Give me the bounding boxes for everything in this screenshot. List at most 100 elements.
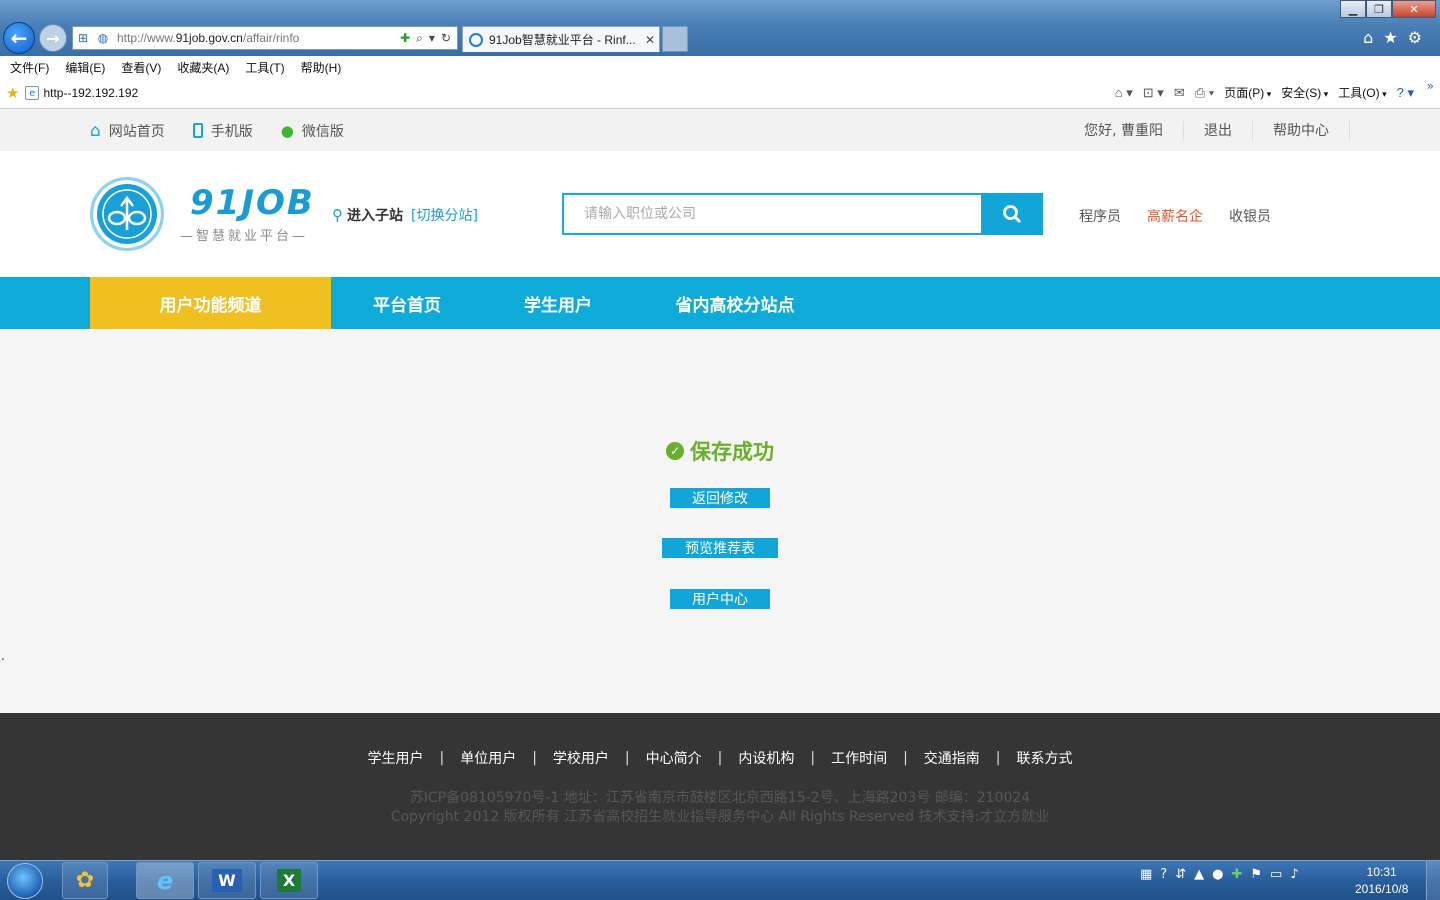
preview-recommendation-button[interactable]: 预览推荐表 [662, 538, 778, 558]
user-center-button[interactable]: 用户中心 [670, 589, 770, 609]
logout-link[interactable]: 退出 [1184, 120, 1253, 141]
clock-date: 2016/10/8 [1355, 882, 1409, 896]
page-menu[interactable]: 页面(P) [1224, 84, 1271, 101]
site-home-link[interactable]: ⌂ 网站首页 [90, 121, 165, 141]
compat-icon[interactable]: ⊞ [73, 31, 93, 45]
logo-text[interactable]: 91JOB [190, 183, 315, 223]
favorites-add-icon[interactable]: ★ [6, 84, 19, 102]
menu-help[interactable]: 帮助(H) [301, 59, 342, 76]
hotword-link[interactable]: 高薪名企 [1147, 206, 1203, 226]
back-button[interactable]: ← [3, 22, 35, 54]
close-tab-icon[interactable]: ✕ [645, 33, 659, 47]
footer-link[interactable]: 学校用户 [553, 748, 609, 768]
location-pin-icon: ⚲ [332, 206, 343, 224]
switch-substation-link[interactable]: [切换分站] [411, 205, 478, 225]
user-greeting[interactable]: 您好, 曹重阳 [1064, 120, 1184, 141]
browser-tab[interactable]: 91Job智慧就业平台 - Rinf... ✕ [462, 26, 660, 52]
taskbar-excel-button[interactable]: X [260, 862, 318, 899]
search-input[interactable] [562, 193, 981, 235]
minimize-button[interactable]: ▁ [1340, 0, 1366, 18]
footer-link[interactable]: 内设机构 [738, 748, 794, 768]
rss-icon[interactable]: ⊡ ▾ [1143, 85, 1164, 101]
dropdown-icon[interactable]: ▾ [429, 31, 435, 46]
help-icon[interactable]: ? ▾ [1397, 85, 1414, 101]
footer-copyright: Copyright 2012 版权所有 江苏省高校招生就业指导服务中心 All … [390, 809, 1050, 825]
taskbar-ie-button[interactable]: e [136, 862, 194, 899]
favorite-link[interactable]: http--192.192.192 [43, 86, 138, 100]
wechat-link[interactable]: ● 微信版 [281, 121, 344, 141]
menu-file[interactable]: 文件(F) [10, 59, 49, 76]
substation-selector: ⚲ 进入子站 [切换分站] [332, 205, 478, 225]
tray-flag-icon[interactable]: ⚑ [1250, 867, 1262, 882]
taskbar-word-button[interactable]: W [198, 862, 256, 899]
hotword-link[interactable]: 程序员 [1079, 206, 1121, 226]
menu-edit[interactable]: 编辑(E) [65, 59, 105, 76]
mobile-link[interactable]: 手机版 [192, 121, 253, 141]
tray-add-icon[interactable]: ✚ [1231, 867, 1242, 882]
footer-link[interactable]: 工作时间 [831, 748, 887, 768]
site-topbar: ⌂ 网站首页 手机版 ● 微信版 您好, 曹重阳 退出 帮助中心 [0, 110, 1440, 151]
stray-dot: . [1, 649, 5, 663]
back-to-edit-button[interactable]: 返回修改 [670, 488, 770, 508]
maximize-button[interactable]: ❐ [1366, 0, 1392, 18]
page-icon: e [25, 86, 40, 100]
tray-qq-icon[interactable]: ● [1212, 867, 1223, 882]
arrow-left-icon: ← [10, 26, 28, 50]
nav-campus-substations[interactable]: 省内高校分站点 [664, 277, 806, 329]
footer-link[interactable]: 交通指南 [924, 748, 980, 768]
settings-gear-icon[interactable]: ⚙ [1408, 28, 1422, 47]
tools-menu[interactable]: 工具(O) [1338, 84, 1386, 101]
clock-time: 10:31 [1366, 865, 1397, 879]
forward-button[interactable]: → [39, 24, 67, 52]
search-button[interactable] [981, 193, 1043, 235]
help-center-link[interactable]: 帮助中心 [1253, 120, 1350, 141]
mail-icon[interactable]: ✉ [1174, 85, 1185, 101]
home-icon[interactable]: ⌂ ▾ [1115, 85, 1133, 101]
footer-link[interactable]: 联系方式 [1017, 748, 1073, 768]
search-icon[interactable]: ⌕ [416, 31, 423, 46]
tray-app-icon[interactable]: ▦ [1140, 867, 1152, 882]
system-clock[interactable]: 10:31 2016/10/8 [1355, 864, 1408, 898]
chevron-more-icon[interactable]: » [1427, 79, 1434, 93]
tray-volume-icon[interactable]: ♪ [1290, 867, 1298, 882]
print-icon[interactable]: ⎙ ▾ [1195, 85, 1214, 101]
tray-arrow-icon[interactable]: ⇵ [1175, 867, 1186, 882]
taskbar-app-button[interactable]: ✿ [62, 862, 108, 899]
address-url[interactable]: http://www.91job.gov.cn/affair/rinfo [113, 31, 400, 45]
site-header: 91JOB —智慧就业平台— ⚲ 进入子站 [切换分站] 程序员 高薪名企 收银… [0, 151, 1440, 277]
footer-link[interactable]: 学生用户 [367, 748, 423, 768]
menu-tools[interactable]: 工具(T) [245, 59, 284, 76]
hotword-link[interactable]: 收银员 [1229, 206, 1271, 226]
logo-subtitle: —智慧就业平台— [180, 229, 309, 244]
start-button[interactable] [7, 863, 43, 899]
new-tab-button[interactable] [662, 26, 688, 52]
close-window-button[interactable]: ✕ [1392, 0, 1436, 18]
tab-title: 91Job智慧就业平台 - Rinf... [489, 33, 636, 47]
home-icon[interactable]: ⌂ [1363, 28, 1373, 47]
tray-help-icon[interactable]: ? [1160, 867, 1167, 882]
menu-view[interactable]: 查看(V) [121, 59, 161, 76]
logo-emblem[interactable] [90, 177, 164, 251]
command-bar: ⌂ ▾ ⊡ ▾ ✉ ⎙ ▾ 页面(P) 安全(S) 工具(O) ? ▾ [1115, 84, 1414, 101]
tray-network-icon[interactable]: ▭ [1270, 867, 1282, 882]
tray-expand-icon[interactable]: ▲ [1194, 867, 1204, 882]
address-bar[interactable]: ⊞ ◍ http://www.91job.gov.cn/affair/rinfo… [72, 26, 458, 50]
substation-label: 进入子站 [347, 208, 403, 224]
wechat-icon: ● [280, 121, 294, 140]
main-content: ✓ 保存成功 返回修改 预览推荐表 用户中心 . [0, 329, 1440, 713]
nav-platform-home[interactable]: 平台首页 [360, 277, 454, 329]
footer-link[interactable]: 中心简介 [646, 748, 702, 768]
add-icon[interactable]: ✚ [400, 31, 410, 46]
menu-favorites[interactable]: 收藏夹(A) [177, 59, 229, 76]
nav-student-users[interactable]: 学生用户 [510, 277, 606, 329]
safety-menu[interactable]: 安全(S) [1281, 84, 1328, 101]
favorites-star-icon[interactable]: ★ [1383, 28, 1397, 47]
success-text: 保存成功 [690, 440, 774, 464]
search-box [562, 193, 1043, 235]
show-desktop-button[interactable] [1426, 861, 1440, 900]
footer-link[interactable]: 单位用户 [460, 748, 516, 768]
success-message: ✓ 保存成功 [0, 436, 1440, 466]
hot-keywords: 程序员 高薪名企 收银员 [1079, 206, 1271, 226]
refresh-icon[interactable]: ↻ [441, 31, 451, 46]
nav-user-channel[interactable]: 用户功能频道 [90, 277, 331, 329]
